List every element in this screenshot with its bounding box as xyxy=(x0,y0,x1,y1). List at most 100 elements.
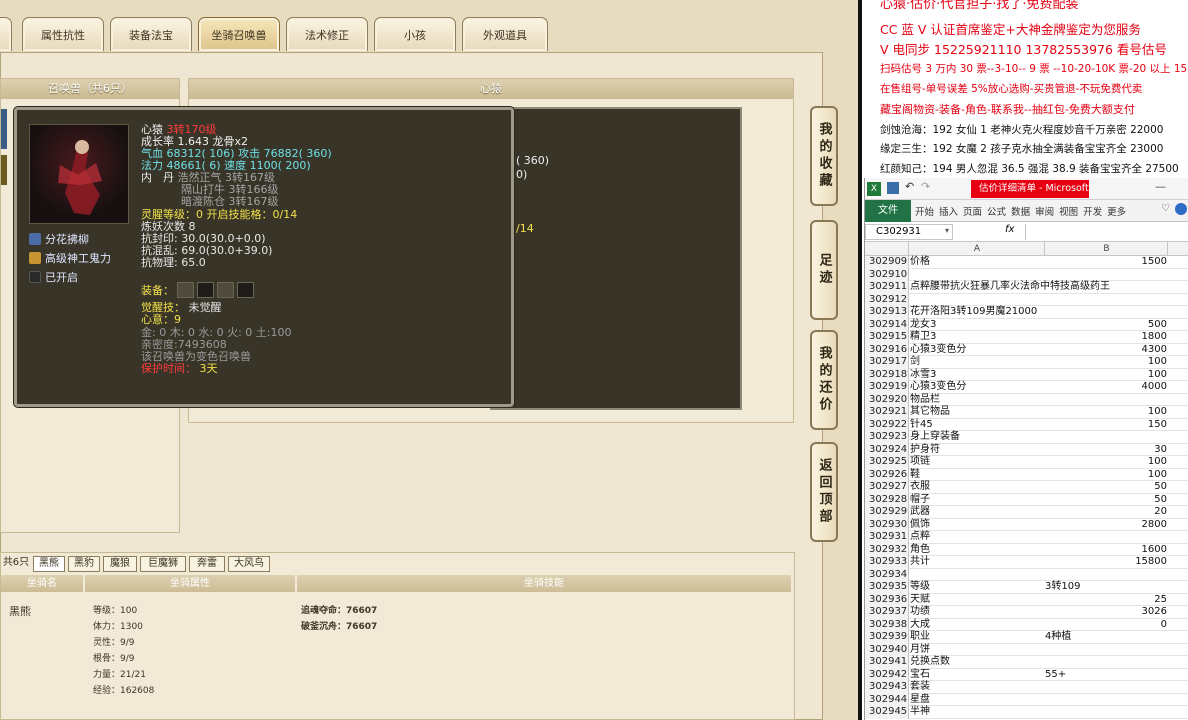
row-number[interactable]: 302939 xyxy=(865,631,909,644)
tab-equipment[interactable]: 装备法宝 xyxy=(110,17,192,51)
cell-a[interactable]: 心猿3变色分 xyxy=(910,344,966,357)
table-row[interactable]: 302918 冰雪3 100 xyxy=(865,368,1188,382)
cell-b[interactable]: 3转109 xyxy=(1045,581,1167,594)
row-number[interactable]: 302929 xyxy=(865,506,909,519)
fx-icon[interactable]: fx xyxy=(1005,224,1014,235)
table-row[interactable]: 302936 天赋 25 xyxy=(865,593,1188,607)
row-number[interactable]: 302932 xyxy=(865,543,909,556)
cell-a[interactable]: 护身符 xyxy=(910,444,940,457)
tab-spell-correction[interactable]: 法术修正 xyxy=(286,17,368,51)
save-icon[interactable] xyxy=(887,182,899,194)
cell-b[interactable]: 1800 xyxy=(1045,331,1167,344)
table-row[interactable]: 302924 护身符 30 xyxy=(865,443,1188,457)
cell-a[interactable]: 价格 xyxy=(910,256,930,269)
table-row[interactable]: 302945 半神 xyxy=(865,706,1188,719)
row-number[interactable]: 302922 xyxy=(865,418,909,431)
table-row[interactable]: 302935 等级 3转109 xyxy=(865,581,1188,594)
formula-input[interactable] xyxy=(1025,224,1188,240)
table-row[interactable]: 302942 宝石 55+ xyxy=(865,668,1188,682)
cell-a[interactable]: 星盘 xyxy=(910,694,930,707)
cell-a[interactable]: 宝石 xyxy=(910,669,930,682)
cell-a[interactable]: 佩饰 xyxy=(910,519,930,532)
table-row[interactable]: 302922 针45 150 xyxy=(865,418,1188,432)
ribbon-tab[interactable]: 数据 xyxy=(1011,204,1030,218)
cell-a[interactable]: 兑换点数 xyxy=(910,656,950,669)
cell-a[interactable]: 针45 xyxy=(910,419,933,432)
cell-b[interactable]: 1500 xyxy=(1045,256,1167,269)
ribbon-tab[interactable]: 插入 xyxy=(939,204,958,218)
cell-b[interactable]: 0 xyxy=(1045,619,1167,632)
row-number[interactable]: 302937 xyxy=(865,606,909,619)
table-row[interactable]: 302931 点粹 xyxy=(865,531,1188,544)
row-number[interactable]: 302924 xyxy=(865,443,909,456)
table-row[interactable]: 302932 角色 1600 xyxy=(865,543,1188,557)
redo-icon[interactable]: ↷ xyxy=(921,180,930,193)
row-number[interactable]: 302910 xyxy=(865,268,909,281)
row-number[interactable]: 302934 xyxy=(865,568,909,581)
skill-item[interactable]: 高级神工鬼力 xyxy=(29,250,111,266)
cell-b[interactable]: 4300 xyxy=(1045,344,1167,357)
mount-tab[interactable]: 大风鸟 xyxy=(228,556,270,572)
cell-a[interactable]: 鞋 xyxy=(910,469,920,482)
row-number[interactable]: 302945 xyxy=(865,706,909,719)
cell-a[interactable]: 冰雪3 xyxy=(910,369,936,382)
cell-b[interactable]: 50 xyxy=(1045,481,1167,494)
row-number[interactable]: 302926 xyxy=(865,468,909,481)
select-all-corner[interactable] xyxy=(865,242,909,256)
ribbon-tab[interactable]: 页面 xyxy=(963,204,982,218)
table-row[interactable]: 302921 其它物品 100 xyxy=(865,406,1188,419)
cell-b[interactable]: 100 xyxy=(1045,369,1167,382)
ribbon-tab[interactable]: 开发 xyxy=(1083,204,1102,218)
minimize-icon[interactable]: — xyxy=(1155,180,1166,193)
table-row[interactable]: 302925 项链 100 xyxy=(865,456,1188,469)
summon-thumb[interactable] xyxy=(1,155,7,185)
mount-tab[interactable]: 黑熊 xyxy=(33,556,65,572)
cell-a[interactable]: 武器 xyxy=(910,506,930,519)
cell-b[interactable]: 150 xyxy=(1045,419,1167,432)
row-number[interactable]: 302918 xyxy=(865,368,909,381)
my-counteroffer-button[interactable]: 我的还价 xyxy=(810,330,838,430)
table-row[interactable]: 302943 套装 xyxy=(865,681,1188,694)
table-row[interactable]: 302938 大成 0 xyxy=(865,618,1188,632)
tab-appearance[interactable]: 外观道具 xyxy=(462,17,548,51)
column-header-b[interactable]: B xyxy=(1046,242,1168,256)
equip-slot[interactable] xyxy=(217,282,234,298)
row-number[interactable]: 302935 xyxy=(865,581,909,594)
back-to-top-button[interactable]: 返回顶部 xyxy=(810,442,838,542)
row-number[interactable]: 302938 xyxy=(865,618,909,631)
mount-tab[interactable]: 魔狼 xyxy=(103,556,137,572)
table-row[interactable]: 302929 武器 20 xyxy=(865,506,1188,519)
cell-a[interactable]: 龙女3 xyxy=(910,319,936,332)
table-row[interactable]: 302913 花开洛阳3转109男魔21000 xyxy=(865,306,1188,319)
cell-a[interactable]: 角色 xyxy=(910,544,930,557)
cell-b[interactable]: 20 xyxy=(1045,506,1167,519)
table-row[interactable]: 302939 职业 4种植 xyxy=(865,631,1188,644)
cell-a[interactable]: 天赋 xyxy=(910,594,930,607)
cell-a[interactable]: 套装 xyxy=(910,681,930,694)
row-number[interactable]: 302942 xyxy=(865,668,909,681)
cell-b[interactable]: 50 xyxy=(1045,494,1167,507)
ribbon-tab[interactable]: 更多 xyxy=(1107,204,1126,218)
equip-slot[interactable] xyxy=(237,282,254,298)
ribbon-tab[interactable]: 开始 xyxy=(915,204,934,218)
file-tab[interactable]: 文件 xyxy=(865,200,911,222)
tab-child[interactable]: 小孩 xyxy=(374,17,456,51)
my-favorites-button[interactable]: 我的收藏 xyxy=(810,106,838,206)
cell-b[interactable]: 30 xyxy=(1045,444,1167,457)
column-header-a[interactable]: A xyxy=(910,242,1045,256)
skill-item[interactable]: 分花拂柳 xyxy=(29,231,89,247)
help-icon[interactable] xyxy=(1175,203,1187,215)
table-row[interactable]: 302910 xyxy=(865,268,1188,281)
table-row[interactable]: 302933 共计 15800 xyxy=(865,556,1188,569)
table-row[interactable]: 302915 精卫3 1800 xyxy=(865,331,1188,344)
cell-a[interactable]: 身上穿装备 xyxy=(910,431,960,444)
row-number[interactable]: 302914 xyxy=(865,318,909,331)
cell-a[interactable]: 半神 xyxy=(910,706,930,719)
tab-attribute-resist[interactable]: 属性抗性 xyxy=(22,17,104,51)
table-row[interactable]: 302941 兑换点数 xyxy=(865,656,1188,669)
cell-b[interactable]: 500 xyxy=(1045,319,1167,332)
cell-b[interactable]: 100 xyxy=(1045,406,1167,419)
row-number[interactable]: 302923 xyxy=(865,431,909,444)
row-number[interactable]: 302933 xyxy=(865,556,909,569)
row-number[interactable]: 302919 xyxy=(865,381,909,394)
